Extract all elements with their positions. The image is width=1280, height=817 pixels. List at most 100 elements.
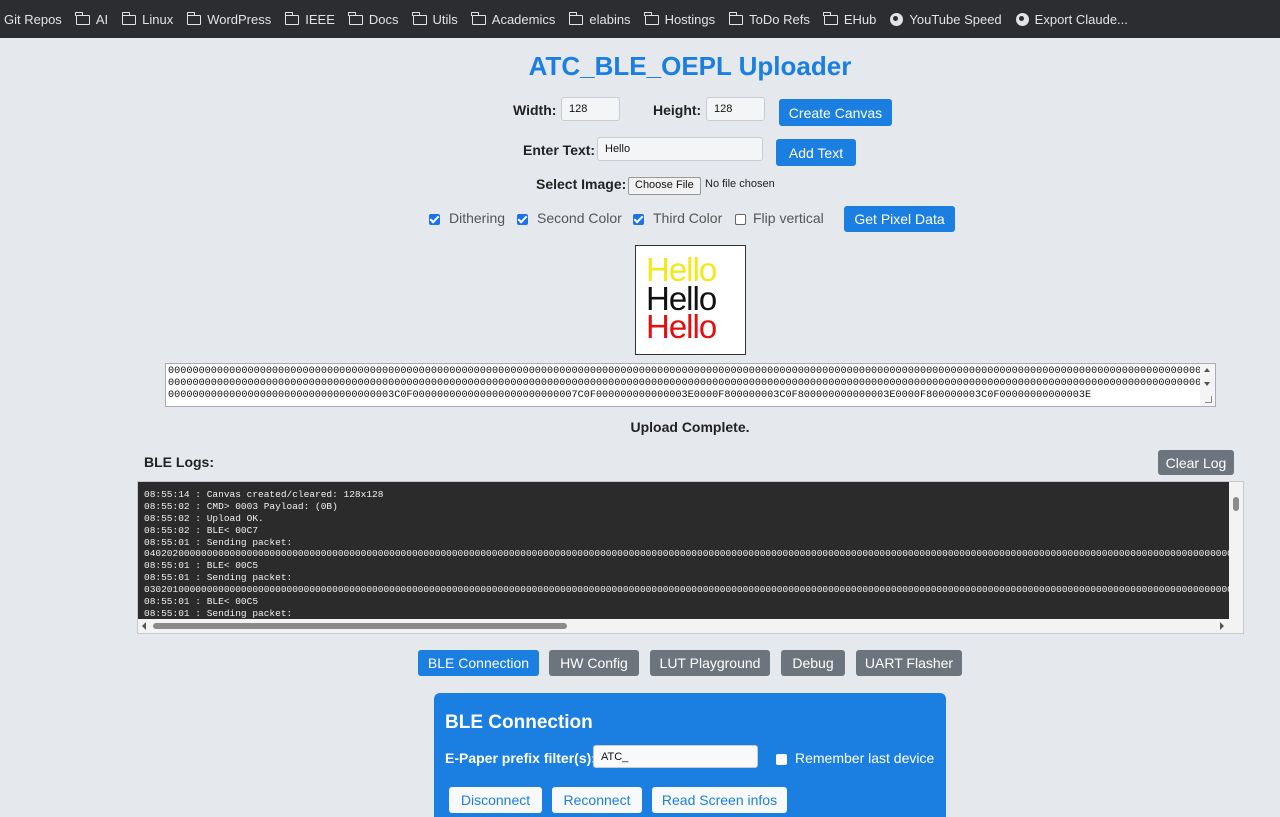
log-line: 08:55:01 : Sending packet: — [144, 572, 293, 583]
log-horizontal-scrollbar[interactable] — [138, 619, 1243, 633]
reconnect-button[interactable]: Reconnect — [552, 787, 642, 813]
bookmark-label: EHub — [843, 11, 877, 27]
globe-icon — [1015, 12, 1029, 26]
third-color-label: Third Color — [653, 210, 723, 226]
canvas-preview[interactable]: Hello Hello Hello — [635, 245, 746, 355]
log-line: 08:55:14 : Canvas created/cleared: 128x1… — [144, 489, 384, 500]
pixel-data-line: 0000000000000000000000000000000000000000… — [168, 366, 1215, 377]
height-input[interactable] — [706, 97, 765, 121]
bookmark-label: AI — [95, 11, 109, 27]
folder-icon — [412, 12, 427, 25]
bookmark-wordpress[interactable]: WordPress — [186, 11, 272, 27]
folder-icon — [823, 12, 838, 25]
tab-ble-connection[interactable]: BLE Connection — [418, 650, 539, 676]
pixel-data-line: 0000000000000000000000000000000000003C0F… — [168, 390, 1092, 401]
upload-status: Upload Complete. — [630, 419, 750, 435]
read-screen-infos-button[interactable]: Read Screen infos — [652, 787, 787, 813]
flip-vertical-checkbox[interactable] — [735, 214, 746, 225]
dithering-checkbox[interactable] — [429, 214, 440, 225]
bookmark-label: Docs — [368, 11, 399, 27]
tab-debug[interactable]: Debug — [781, 650, 845, 676]
bookmark-utils[interactable]: Utils — [412, 11, 458, 27]
scroll-down-icon[interactable] — [1204, 382, 1210, 386]
bookmark-ehub[interactable]: EHub — [823, 11, 877, 27]
tab-lut-playground[interactable]: LUT Playground — [650, 650, 770, 676]
bookmark-linux[interactable]: Linux — [121, 11, 174, 27]
bookmark-label: Utils — [432, 11, 458, 27]
scroll-left-icon[interactable] — [142, 622, 146, 630]
log-line: 08:55:02 : Upload OK. — [144, 513, 264, 524]
select-image-label: Select Image: — [536, 176, 627, 192]
width-input[interactable] — [561, 97, 620, 121]
folder-icon — [568, 12, 584, 25]
pixel-data-line: 0000000000000000000000000000000000000000… — [168, 378, 1215, 389]
get-pixel-data-button[interactable]: Get Pixel Data — [844, 206, 955, 232]
bookmark-youtube-speed[interactable]: YouTube Speed — [890, 12, 1002, 27]
ble-connection-panel: BLE Connection E-Paper prefix filter(s):… — [434, 693, 946, 817]
scroll-right-icon[interactable] — [1220, 622, 1224, 630]
globe-icon — [890, 12, 904, 26]
scroll-thumb[interactable] — [153, 623, 567, 629]
folder-icon — [75, 12, 90, 25]
bookmark-todo-refs[interactable]: ToDo Refs — [728, 11, 810, 27]
log-line: 08:55:02 : CMD> 0003 Payload: (0B) — [144, 501, 338, 512]
prefix-filter-label: E-Paper prefix filter(s): — [445, 750, 596, 766]
enter-text-label: Enter Text: — [523, 142, 596, 158]
bookmark-elabins[interactable]: elabins — [568, 11, 631, 27]
choose-file-button[interactable]: Choose File — [628, 177, 701, 195]
page-content: ATC_BLE_OEPL Uploader Width: Height: Cre… — [0, 38, 1280, 817]
log-line: 08:55:02 : BLE< 00C7 — [144, 525, 259, 536]
bookmark-label: Git Repos — [4, 11, 62, 27]
bookmark-academics[interactable]: Academics — [471, 11, 556, 27]
resize-handle-icon[interactable] — [1205, 396, 1212, 403]
bookmark-label: Linux — [142, 11, 174, 27]
text-input[interactable] — [597, 137, 763, 161]
folder-icon — [186, 12, 202, 25]
bookmark-label: Academics — [491, 11, 556, 27]
bookmark-label: Export Claude... — [1034, 11, 1128, 27]
height-label: Height: — [653, 102, 702, 118]
dithering-label: Dithering — [449, 210, 506, 226]
ble-logs-title: BLE Logs: — [144, 454, 214, 470]
log-line: 08:55:01 : BLE< 00C5 — [144, 560, 259, 571]
bookmark-label: Hostings — [664, 11, 716, 27]
tab-uart-flasher[interactable]: UART Flasher — [856, 650, 962, 676]
prefix-filter-input[interactable] — [593, 745, 758, 768]
remember-device-label: Remember last device — [795, 750, 935, 766]
preview-text-red: Hello — [646, 308, 717, 345]
tab-hw-config[interactable]: HW Config — [549, 650, 639, 676]
bookmark-label: IEEE — [305, 11, 335, 27]
log-line: 0402020000000000000000000000000000000000… — [144, 548, 1243, 559]
width-label: Width: — [513, 102, 557, 118]
textarea-scrollbar[interactable] — [1200, 364, 1215, 406]
folder-icon — [284, 12, 300, 25]
disconnect-button[interactable]: Disconnect — [449, 787, 542, 813]
create-canvas-button[interactable]: Create Canvas — [779, 99, 892, 126]
bookmark-git-repos[interactable]: Git Repos — [4, 12, 62, 27]
add-text-button[interactable]: Add Text — [776, 139, 856, 166]
bookmark-ieee[interactable]: IEEE — [284, 11, 335, 27]
bookmark-docs[interactable]: Docs — [348, 11, 399, 27]
bookmarks-bar: Git Repos AI Linux WordPress IEEE Docs U… — [0, 0, 1280, 38]
bookmark-label: WordPress — [207, 11, 272, 27]
flip-vertical-label: Flip vertical — [753, 210, 824, 226]
log-line: 0302010000000000000000000000000000000000… — [144, 584, 1243, 595]
scroll-up-icon[interactable] — [1204, 368, 1210, 372]
folder-icon — [471, 12, 486, 25]
bookmark-label: ToDo Refs — [749, 11, 810, 27]
second-color-checkbox[interactable] — [517, 214, 528, 225]
bookmark-ai[interactable]: AI — [75, 11, 109, 27]
log-vertical-scrollbar[interactable] — [1229, 482, 1243, 619]
remember-device-checkbox[interactable] — [776, 754, 787, 765]
third-color-checkbox[interactable] — [633, 214, 644, 225]
bookmark-hostings[interactable]: Hostings — [644, 11, 716, 27]
pixel-data-textarea[interactable]: 0000000000000000000000000000000000000000… — [165, 363, 1216, 407]
clear-log-button[interactable]: Clear Log — [1158, 450, 1234, 475]
log-line: 08:55:01 : BLE< 00C5 — [144, 596, 259, 607]
page-title: ATC_BLE_OEPL Uploader — [528, 51, 852, 81]
scroll-thumb[interactable] — [1233, 497, 1239, 511]
ble-log-console[interactable]: 08:55:14 : Canvas created/cleared: 128x1… — [137, 481, 1244, 634]
bookmark-label: elabins — [589, 11, 631, 27]
file-status: No file chosen — [705, 178, 775, 190]
bookmark-export-claude[interactable]: Export Claude... — [1015, 11, 1128, 27]
